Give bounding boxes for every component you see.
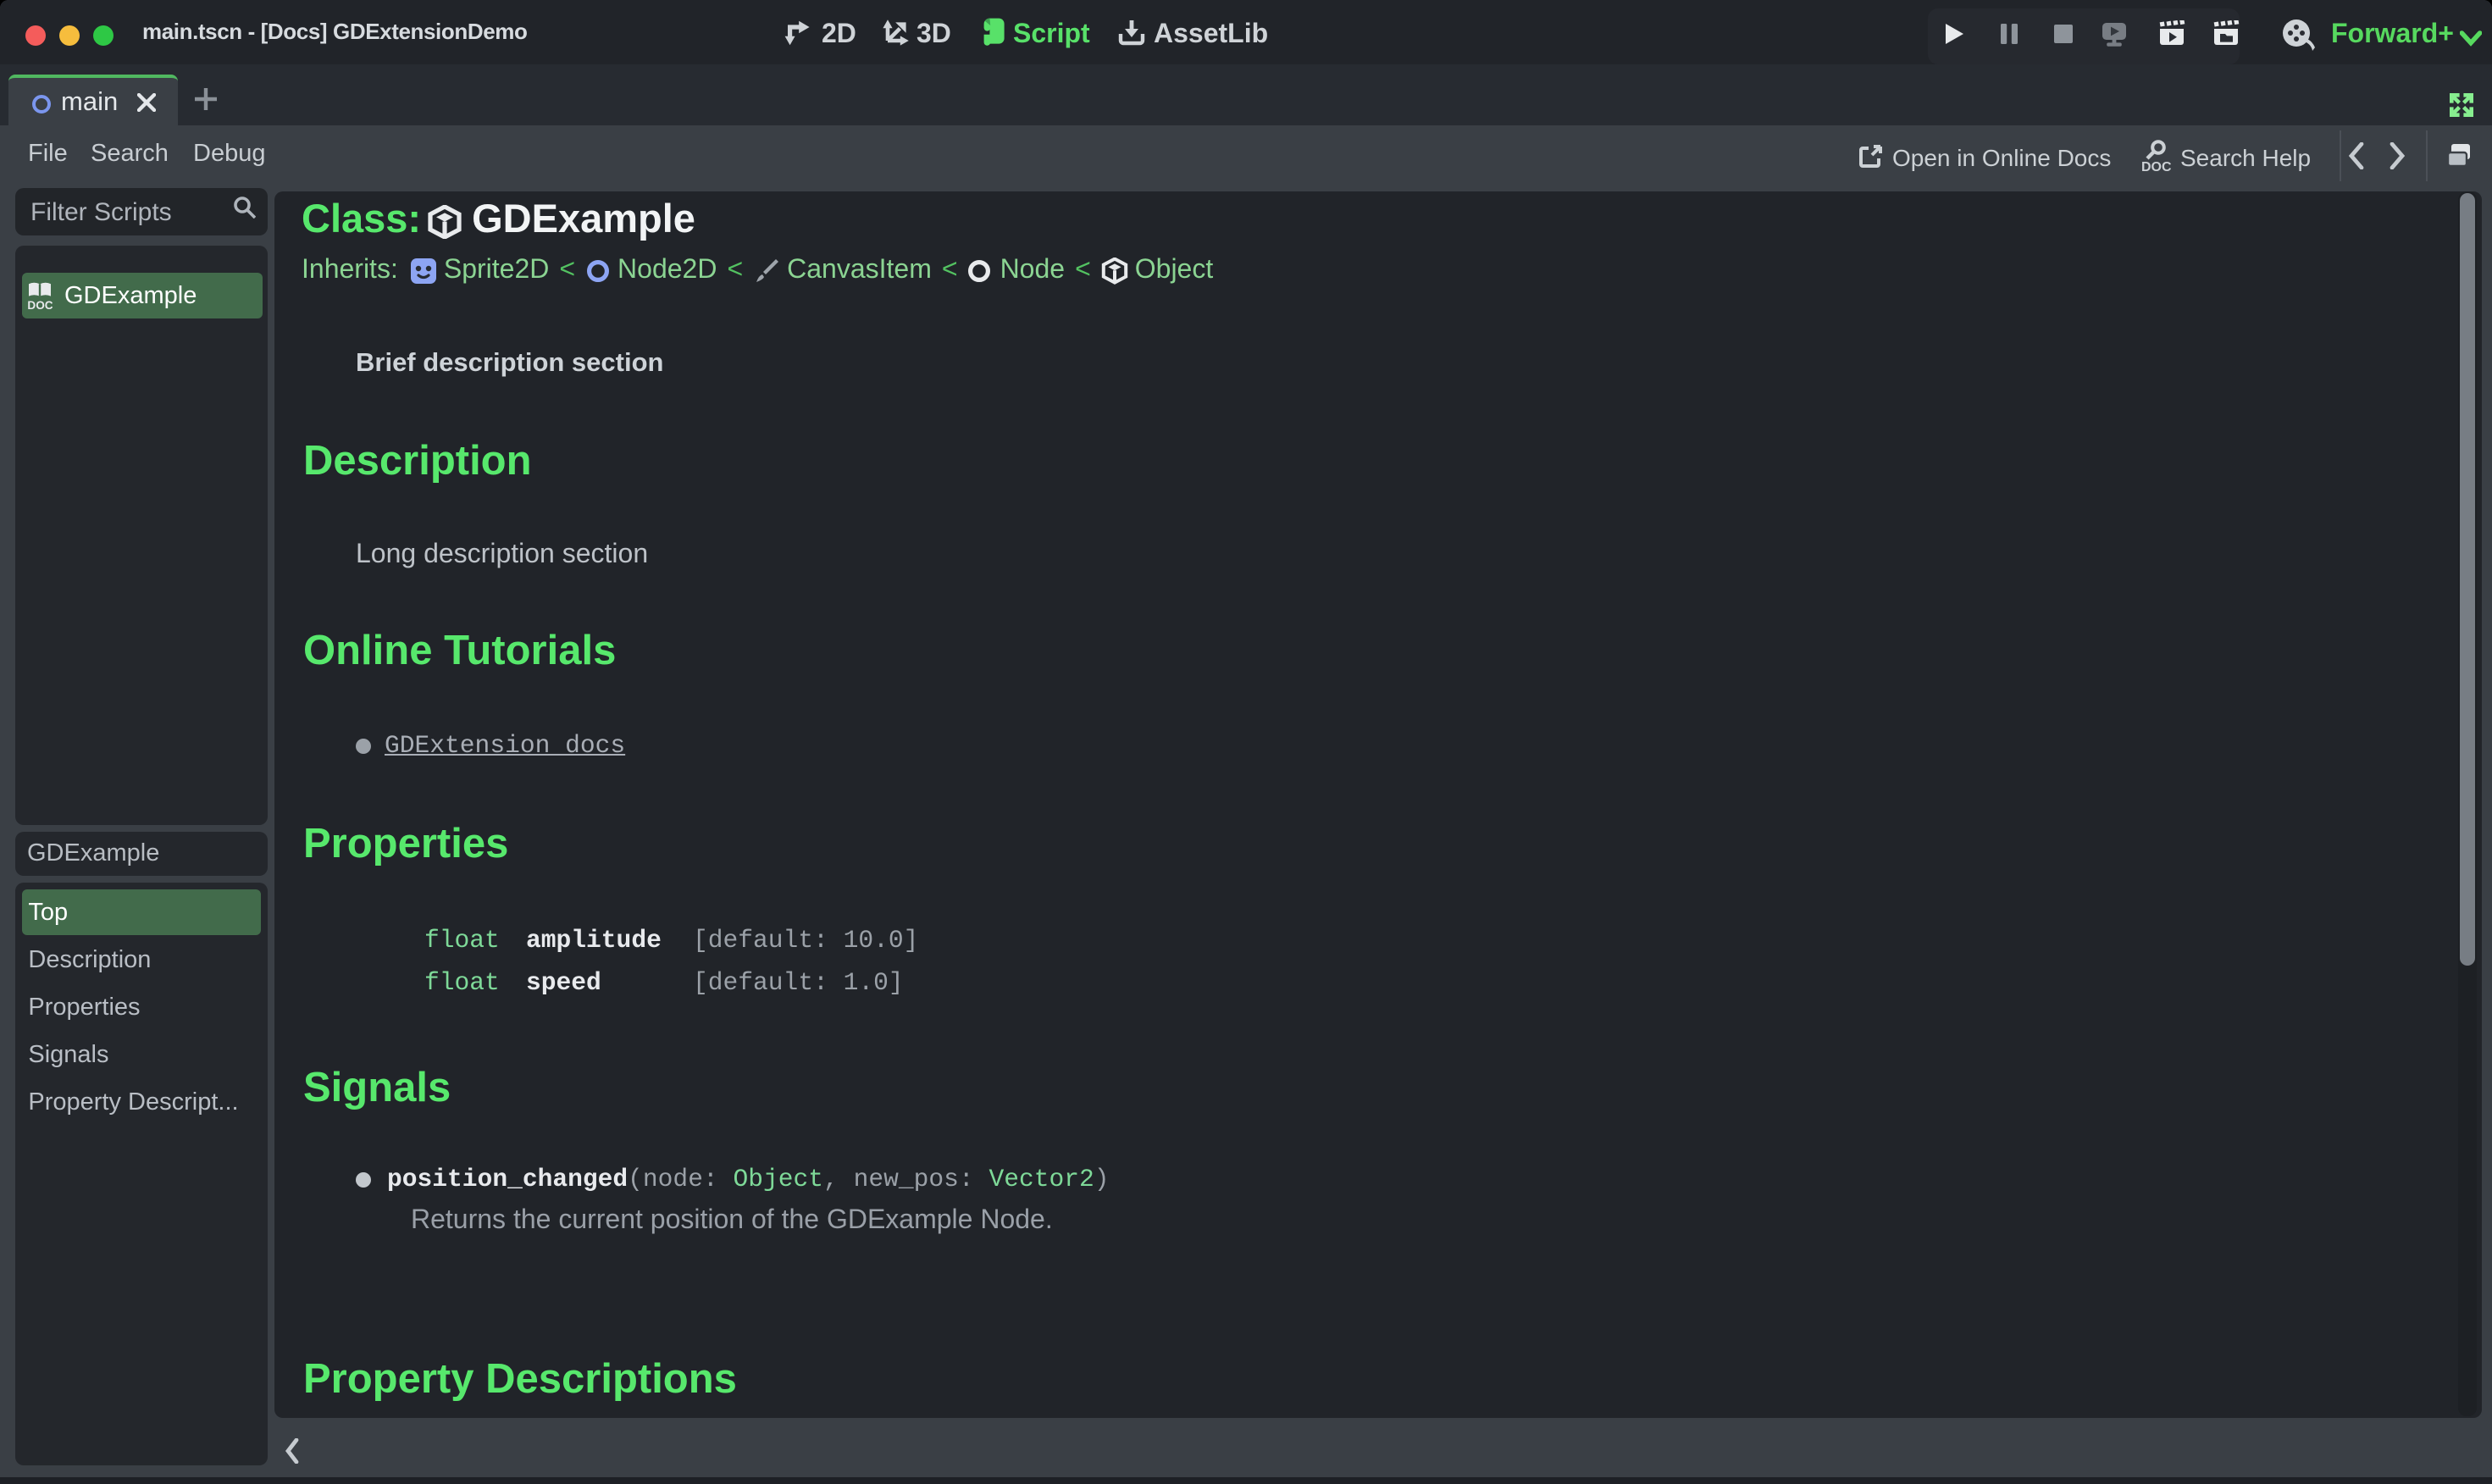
svg-text:DOC: DOC [27, 299, 53, 310]
svg-text:DOC: DOC [2141, 160, 2172, 173]
